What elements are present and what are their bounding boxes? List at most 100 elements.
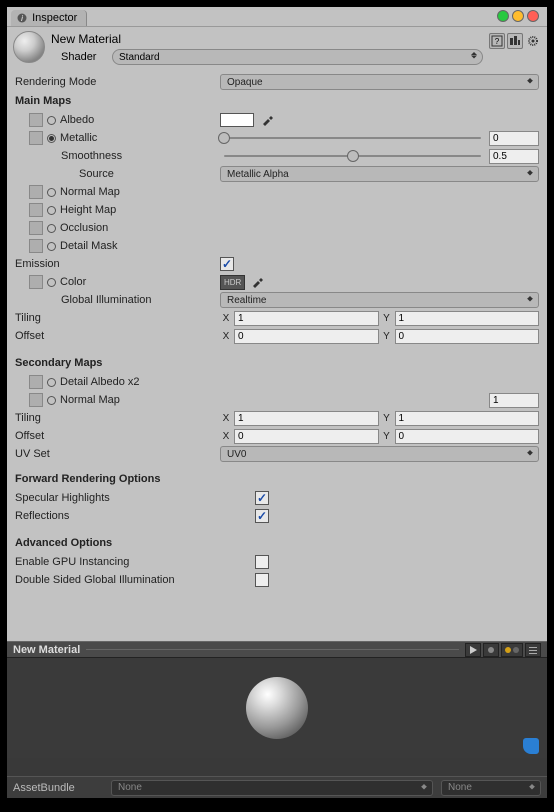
specular-highlights-label: Specular Highlights xyxy=(15,492,255,504)
svg-text:i: i xyxy=(21,14,23,23)
secondary-offset-y-input[interactable] xyxy=(395,429,540,444)
metallic-slider[interactable] xyxy=(220,131,485,145)
emission-color-label: Color xyxy=(60,276,86,288)
uvset-dropdown[interactable]: UV0 xyxy=(220,446,539,462)
gear-icon xyxy=(527,35,539,47)
reflections-checkbox[interactable] xyxy=(255,509,269,523)
secondary-tiling-x-input[interactable] xyxy=(234,411,379,426)
help-button[interactable]: ? xyxy=(489,33,505,49)
preview-light-button[interactable] xyxy=(501,643,523,657)
window-controls xyxy=(497,10,539,22)
rendering-mode-label: Rendering Mode xyxy=(15,76,220,88)
inspector-tab[interactable]: i Inspector xyxy=(11,10,87,26)
albedo-label: Albedo xyxy=(60,114,94,126)
secondary-normal-label: Normal Map xyxy=(60,394,120,406)
albedo-texture-slot[interactable] xyxy=(29,113,43,127)
forward-rendering-title: Forward Rendering Options xyxy=(15,473,539,485)
detail-albedo-label: Detail Albedo x2 xyxy=(60,376,140,388)
offset-y-input[interactable] xyxy=(395,329,540,344)
heightmap-radio[interactable] xyxy=(47,206,56,215)
tiling-x-input[interactable] xyxy=(234,311,379,326)
preview-sphere xyxy=(246,677,308,739)
x-label: X xyxy=(220,313,232,324)
heightmap-label: Height Map xyxy=(60,204,116,216)
secondary-normal-radio[interactable] xyxy=(47,396,56,405)
uvset-label: UV Set xyxy=(15,448,220,460)
occlusion-texture-slot[interactable] xyxy=(29,221,43,235)
double-sided-gi-label: Double Sided Global Illumination xyxy=(15,574,255,586)
preview-menu-button[interactable] xyxy=(525,643,541,657)
inspector-body: New Material Shader Standard ? Rendering… xyxy=(7,26,547,798)
secondary-offset-x-input[interactable] xyxy=(234,429,379,444)
detailmask-texture-slot[interactable] xyxy=(29,239,43,253)
double-sided-gi-checkbox[interactable] xyxy=(255,573,269,587)
hdr-badge[interactable]: HDR xyxy=(220,275,245,290)
preview-shape-button[interactable] xyxy=(483,643,499,657)
secondary-normal-texture-slot[interactable] xyxy=(29,393,43,407)
gpu-instancing-label: Enable GPU Instancing xyxy=(15,556,255,568)
normalmap-radio[interactable] xyxy=(47,188,56,197)
preview-title: New Material xyxy=(13,644,80,656)
normalmap-label: Normal Map xyxy=(60,186,120,198)
inspector-window: i Inspector New Material Shader Standard… xyxy=(7,7,547,798)
specular-highlights-checkbox[interactable] xyxy=(255,491,269,505)
heightmap-texture-slot[interactable] xyxy=(29,203,43,217)
emission-color-radio[interactable] xyxy=(47,278,56,287)
secondary-normal-value-input[interactable] xyxy=(489,393,539,408)
gi-label: Global Illumination xyxy=(43,294,152,306)
main-maps-title: Main Maps xyxy=(15,95,539,107)
window-maximize-button[interactable] xyxy=(497,10,509,22)
assetbundle-variant-dropdown[interactable]: None xyxy=(441,780,541,796)
smoothness-slider[interactable] xyxy=(220,149,485,163)
rendering-mode-dropdown[interactable]: Opaque xyxy=(220,74,539,90)
window-minimize-button[interactable] xyxy=(512,10,524,22)
occlusion-radio[interactable] xyxy=(47,224,56,233)
secondary-maps-title: Secondary Maps xyxy=(15,357,539,369)
metallic-label: Metallic xyxy=(60,132,97,144)
material-thumbnail-sphere[interactable] xyxy=(13,31,45,63)
offset-x-input[interactable] xyxy=(234,329,379,344)
secondary-tiling-y-input[interactable] xyxy=(395,411,540,426)
assetbundle-name-dropdown[interactable]: None xyxy=(111,780,433,796)
preview-play-button[interactable] xyxy=(465,643,481,657)
smoothness-value-input[interactable] xyxy=(489,149,539,164)
preset-button[interactable] xyxy=(507,33,523,49)
detailmask-radio[interactable] xyxy=(47,242,56,251)
context-menu-button[interactable] xyxy=(525,33,541,49)
preview-header: New Material xyxy=(7,641,547,658)
preview-viewport[interactable] xyxy=(7,658,547,758)
emission-checkbox[interactable] xyxy=(220,257,234,271)
gi-dropdown[interactable]: Realtime xyxy=(220,292,539,308)
shader-dropdown[interactable]: Standard xyxy=(112,49,483,65)
smoothness-source-dropdown[interactable]: Metallic Alpha xyxy=(220,166,539,182)
tiling-y-input[interactable] xyxy=(395,311,540,326)
reflections-label: Reflections xyxy=(15,510,255,522)
normalmap-texture-slot[interactable] xyxy=(29,185,43,199)
metallic-radio[interactable] xyxy=(47,134,56,143)
gpu-instancing-checkbox[interactable] xyxy=(255,555,269,569)
emission-color-texture-slot[interactable] xyxy=(29,275,43,289)
emission-eyedropper-icon[interactable] xyxy=(250,275,264,289)
detailmask-label: Detail Mask xyxy=(60,240,117,252)
inspector-tab-label: Inspector xyxy=(32,12,77,24)
material-preview-panel: New Material xyxy=(7,641,547,776)
y-label: Y xyxy=(381,313,393,324)
window-titlebar: i Inspector xyxy=(7,7,547,26)
detail-albedo-radio[interactable] xyxy=(47,378,56,387)
albedo-radio[interactable] xyxy=(47,116,56,125)
occlusion-label: Occlusion xyxy=(60,222,108,234)
metallic-texture-slot[interactable] xyxy=(29,131,43,145)
svg-text:?: ? xyxy=(495,37,500,46)
emission-label: Emission xyxy=(15,258,220,270)
asset-label-icon[interactable] xyxy=(523,738,539,754)
advanced-options-title: Advanced Options xyxy=(15,537,539,549)
detail-albedo-texture-slot[interactable] xyxy=(29,375,43,389)
albedo-color-swatch[interactable] xyxy=(220,113,254,127)
material-name: New Material xyxy=(51,31,483,47)
metallic-value-input[interactable] xyxy=(489,131,539,146)
assetbundle-bar: AssetBundle None None xyxy=(7,776,547,798)
tiling-label: Tiling xyxy=(15,312,220,324)
eyedropper-icon[interactable] xyxy=(260,113,274,127)
assetbundle-label: AssetBundle xyxy=(13,782,103,794)
window-close-button[interactable] xyxy=(527,10,539,22)
